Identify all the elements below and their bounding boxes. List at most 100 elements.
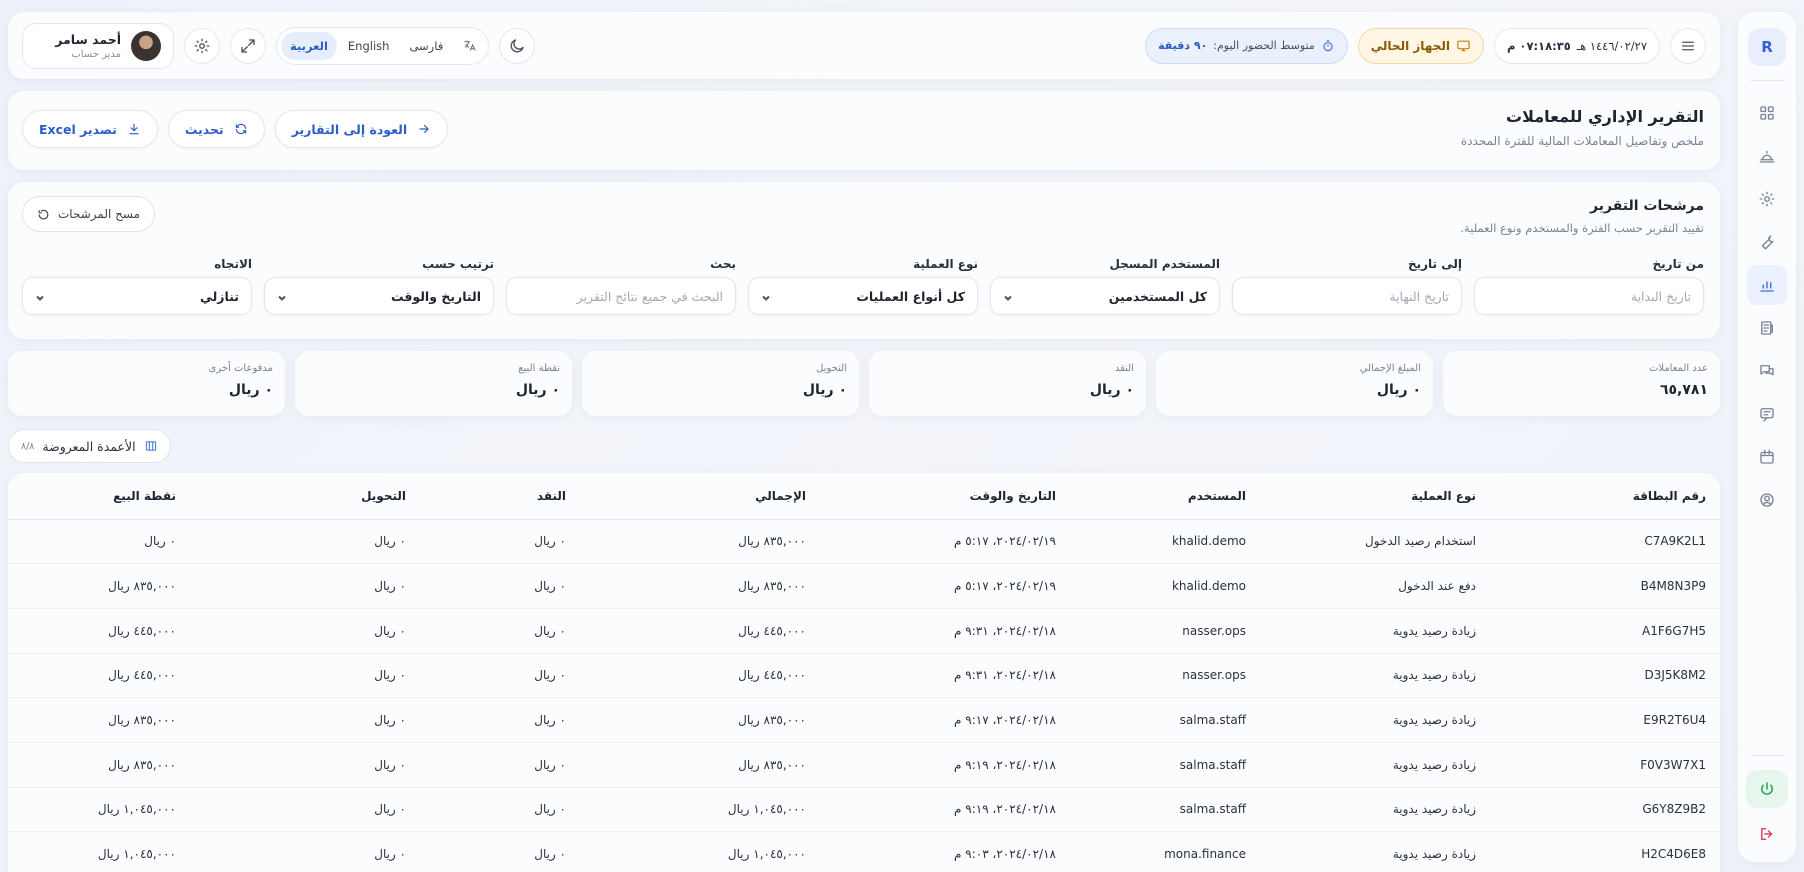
table-row[interactable]: A1F6G7H5 زيادة رصيد يدوية nasser.ops ٢٠٢٤/٠…	[8, 608, 1720, 654]
page-header: التقرير الإداري للمعاملات ملخص وتفاصيل ا…	[8, 91, 1720, 170]
user-profile[interactable]: أحمد سامر مدير حساب	[22, 22, 174, 69]
column-header[interactable]: النقد	[420, 473, 580, 520]
table-row[interactable]: H2C4D6E8 زيادة رصيد يدوية mona.finance ٢٠٢٤…	[8, 831, 1720, 872]
table-cell: زيادة رصيد يدوية	[1260, 653, 1490, 699]
column-header[interactable]: الإجمالي	[580, 473, 820, 520]
stat-value: ٠ ريال	[228, 382, 273, 398]
sidebar-item-comments[interactable]	[1747, 394, 1787, 434]
column-header[interactable]: نقطة البيع	[8, 473, 190, 520]
table-cell: salma.staff	[1070, 697, 1260, 743]
sidebar-item-service[interactable]	[1747, 136, 1787, 176]
power-button[interactable]	[1746, 770, 1788, 808]
direction-select[interactable]: تنازلي	[22, 277, 252, 315]
table-cell: ٨٣٥,٠٠٠ ريال	[580, 563, 820, 609]
table-cell: ٢٠٢٤/٠٢/١٨، ٩:٠٣ م	[820, 831, 1070, 872]
sort-select[interactable]: التاريخ والوقت	[264, 277, 494, 315]
bell-service-icon	[1759, 150, 1775, 163]
visible-columns-button[interactable]: الأعمدة المعروضة ٨/٨	[8, 429, 171, 463]
table-row[interactable]: G6Y8Z9B2 زيادة رصيد يدوية salma.staff ٢٠٢٤/…	[8, 787, 1720, 833]
back-label: العودة إلى التقارير	[291, 121, 408, 137]
column-header[interactable]: التاريخ والوقت	[820, 473, 1070, 520]
table-cell: ٤٤٥,٠٠٠ ريال	[8, 653, 190, 699]
report-filters: مرشحات التقرير تقييد التقرير حسب الفترة …	[8, 182, 1720, 339]
calendar-icon	[1760, 449, 1774, 464]
stat-value: ٠ ريال	[802, 382, 847, 398]
column-header[interactable]: التحويل	[190, 473, 420, 520]
export-excel-button[interactable]: تصدير Excel	[22, 110, 158, 148]
sidebar-divider	[1750, 80, 1784, 81]
table-row[interactable]: E9R2T6U4 زيادة رصيد يدوية salma.staff ٢٠٢٤/…	[8, 697, 1720, 743]
lang-option-english[interactable]: English	[339, 32, 399, 60]
from-date-placeholder: تاريخ البداية	[1630, 288, 1691, 304]
table-cell: F0V3W7X1	[1490, 742, 1720, 788]
sidebar-item-tools[interactable]	[1747, 222, 1787, 262]
chevron-down-icon	[761, 291, 771, 301]
summary-stats: عدد المعاملات ٦٥,٧٨١ المبلغ الإجمالي ٠ ر…	[8, 351, 1720, 416]
table-cell: زيادة رصيد يدوية	[1260, 742, 1490, 788]
table-cell: ٠ ريال	[8, 519, 190, 565]
date-time-display: ١٤٤٦/٠٢/٢٧ هـ ٠٧:١٨:٣٥ م	[1493, 27, 1660, 64]
clear-filters-button[interactable]: مسح المرشحات	[22, 196, 155, 232]
table-row[interactable]: D3J5K8M2 زيادة رصيد يدوية nasser.ops ٢٠٢٤/٠…	[8, 653, 1720, 699]
fullscreen-button[interactable]	[230, 27, 266, 64]
user-role: مدير حساب	[71, 48, 121, 60]
table-header-row: رقم البطاقة نوع العملية المستخدم التاريخ…	[8, 473, 1720, 520]
monitor-icon	[1457, 40, 1470, 52]
table-cell: دفع عند الدخول	[1260, 563, 1490, 609]
user-select[interactable]: كل المستخدمين	[990, 277, 1220, 315]
table-cell: B4M8N3P9	[1490, 563, 1720, 609]
table-cell: ٠ ريال	[420, 519, 580, 565]
table-cell: ٠ ريال	[420, 563, 580, 609]
table-cell: ٢٠٢٤/٠٢/١٩، ٥:١٧ م	[820, 519, 1070, 565]
table-cell: H2C4D6E8	[1490, 831, 1720, 872]
stat-label: النقد	[1114, 363, 1134, 374]
to-date-input[interactable]: تاريخ النهاية	[1232, 277, 1462, 315]
table-cell: ٢٠٢٤/٠٢/١٨، ٩:٣١ م	[820, 653, 1070, 699]
lang-option-arabic[interactable]: العربية	[281, 31, 337, 60]
app-logo[interactable]: R	[1748, 28, 1786, 66]
sidebar-item-dashboard[interactable]	[1747, 93, 1787, 133]
refresh-button[interactable]: تحديث	[167, 110, 265, 148]
table-cell: ٠ ريال	[420, 697, 580, 743]
translate-icon	[454, 32, 484, 60]
search-input[interactable]: البحث في جميع نتائج التقرير	[506, 277, 736, 315]
download-icon	[129, 123, 139, 135]
gear-icon	[1759, 191, 1775, 207]
table-cell: ١,٠٤٥,٠٠٠ ريال	[8, 787, 190, 833]
attendance-value: ٩٠ دقيقة	[1158, 39, 1208, 52]
table-cell: ٠ ريال	[190, 742, 420, 788]
table-cell: salma.staff	[1070, 742, 1260, 788]
wrench-icon	[1761, 235, 1774, 250]
table-row[interactable]: B4M8N3P9 دفع عند الدخول khalid.demo ٢٠٢٤/٠٢…	[8, 563, 1720, 609]
sidebar-item-settings[interactable]	[1747, 179, 1787, 219]
direction-value: تنازلي	[199, 288, 239, 304]
sidebar-item-calendar[interactable]	[1747, 437, 1787, 477]
device-label: الجهاز الحالي	[1370, 38, 1450, 53]
table-cell: زيادة رصيد يدوية	[1260, 697, 1490, 743]
settings-button[interactable]	[184, 27, 220, 64]
power-icon	[1761, 782, 1773, 795]
sidebar-item-profile[interactable]	[1747, 480, 1787, 520]
menu-button[interactable]	[1670, 27, 1706, 64]
from-date-input[interactable]: تاريخ البداية	[1474, 277, 1704, 315]
current-time: ٠٧:١٨:٣٥ م	[1506, 38, 1571, 53]
logout-button[interactable]	[1747, 816, 1787, 852]
column-header[interactable]: رقم البطاقة	[1490, 473, 1720, 520]
column-header[interactable]: نوع العملية	[1260, 473, 1490, 520]
table-cell: ٤٤٥,٠٠٠ ريال	[8, 608, 190, 654]
table-row[interactable]: F0V3W7X1 زيادة رصيد يدوية salma.staff ٢٠٢٤/…	[8, 742, 1720, 788]
sidebar-item-receipts[interactable]	[1747, 308, 1787, 348]
column-header[interactable]: المستخدم	[1070, 473, 1260, 520]
operation-type-select[interactable]: كل أنواع العمليات	[748, 277, 978, 315]
back-to-reports-button[interactable]: العودة إلى التقارير	[274, 110, 449, 148]
sidebar-item-reports[interactable]	[1747, 265, 1787, 305]
expand-icon	[241, 38, 255, 53]
sidebar-item-messages[interactable]	[1747, 351, 1787, 391]
theme-toggle-button[interactable]	[499, 27, 536, 64]
table-cell: ٢٠٢٤/٠٢/١٨، ٩:١٧ م	[820, 697, 1070, 743]
table-row[interactable]: C7A9K2L1 استخدام رصيد الدخول khalid.demo ٢٠…	[8, 519, 1720, 565]
stat-label: عدد المعاملات	[1648, 363, 1708, 374]
lang-option-farsi[interactable]: فارسی	[400, 32, 452, 60]
current-device-badge[interactable]: الجهاز الحالي	[1357, 27, 1484, 64]
timer-icon	[1323, 39, 1333, 51]
